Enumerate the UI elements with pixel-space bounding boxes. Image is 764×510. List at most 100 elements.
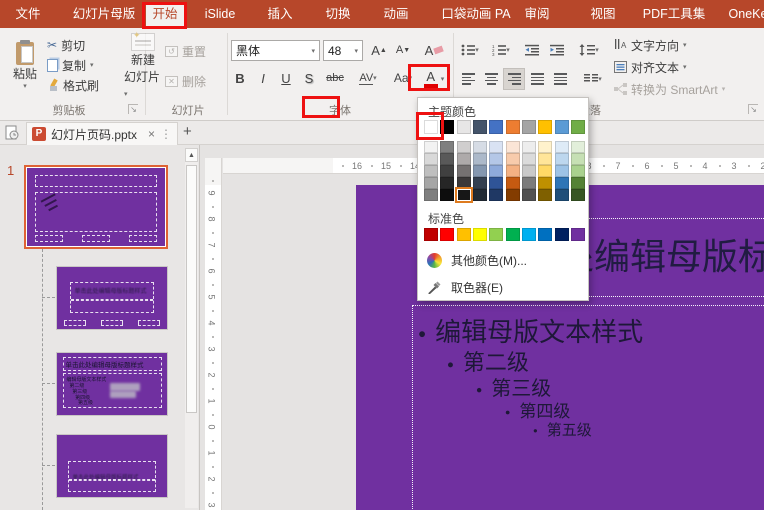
new-slide-button[interactable]: ✦ 新建 幻灯片 ▾ [124, 30, 162, 99]
italic-button[interactable]: I [254, 67, 272, 89]
tab-animations[interactable]: 动画 [368, 0, 424, 28]
align-center-button[interactable] [480, 68, 502, 90]
line-spacing-button[interactable]: ▾ [574, 40, 604, 60]
theme-color-swatch[interactable] [570, 120, 585, 134]
variant-color-swatch[interactable] [472, 177, 487, 189]
reset-slide-button[interactable]: ↺ 重置 [165, 42, 206, 60]
character-spacing-button[interactable]: AV ▾ [352, 67, 384, 89]
variant-color-swatch[interactable] [424, 189, 438, 201]
variant-color-swatch[interactable] [570, 189, 585, 201]
variant-color-swatch[interactable] [554, 165, 569, 177]
variant-color-swatch[interactable] [521, 177, 536, 189]
tab-file[interactable]: 文件 [4, 0, 52, 28]
numbering-button[interactable]: 123 ▾ [488, 40, 514, 60]
theme-color-swatch[interactable] [472, 120, 487, 134]
bullets-button[interactable]: ▾ [457, 40, 483, 60]
variant-color-swatch[interactable] [505, 189, 520, 201]
add-document-tab-button[interactable]: + [183, 123, 192, 140]
theme-color-swatch[interactable] [538, 120, 553, 134]
variant-color-swatch[interactable] [440, 189, 455, 201]
increase-indent-button[interactable] [546, 40, 568, 60]
variant-color-swatch[interactable] [424, 177, 438, 189]
decrease-indent-button[interactable] [521, 40, 543, 60]
variant-color-swatch[interactable] [489, 153, 504, 165]
master-slide-thumbnail[interactable] [24, 165, 168, 249]
recent-files-icon[interactable] [5, 125, 19, 140]
variant-color-swatch[interactable] [554, 141, 569, 153]
standard-color-swatch[interactable] [489, 228, 504, 241]
variant-color-swatch[interactable] [570, 141, 585, 153]
standard-color-swatch[interactable] [440, 228, 455, 241]
variant-color-swatch[interactable] [472, 165, 487, 177]
layout-thumbnail-title[interactable]: 单击此处编辑母版标题样式 [56, 266, 168, 330]
standard-color-swatch[interactable] [538, 228, 553, 241]
variant-color-swatch[interactable] [456, 165, 471, 177]
text-direction-button[interactable]: A 文字方向 ▾ [614, 36, 687, 54]
paste-button[interactable]: 粘贴 ▾ [8, 33, 42, 99]
variant-color-swatch[interactable] [570, 177, 585, 189]
standard-color-swatch[interactable] [456, 228, 471, 241]
variant-color-swatch[interactable] [424, 153, 438, 165]
variant-color-swatch[interactable] [440, 141, 455, 153]
variant-color-swatch[interactable] [456, 141, 471, 153]
tab-insert[interactable]: 插入 [252, 0, 308, 28]
columns-button[interactable]: ▾ [578, 68, 608, 90]
variant-color-swatch[interactable] [538, 189, 553, 201]
cut-button[interactable]: ✂ 剪切 [47, 36, 85, 54]
variant-color-swatch[interactable] [440, 165, 455, 177]
font-color-button[interactable]: A ▾ [419, 67, 449, 91]
variant-color-swatch[interactable] [505, 153, 520, 165]
document-tab-close-icon[interactable]: × [148, 127, 155, 141]
convert-smartart-button[interactable]: 转换为 SmartArt ▾ [614, 80, 725, 98]
copy-button[interactable]: 复制 ▾ [47, 56, 94, 74]
variant-color-swatch[interactable] [570, 153, 585, 165]
distribute-button[interactable] [549, 68, 571, 90]
theme-color-swatch[interactable] [521, 120, 536, 134]
variant-color-swatch[interactable] [454, 187, 473, 203]
underline-button[interactable]: U [277, 67, 295, 89]
theme-color-swatch[interactable] [456, 120, 471, 134]
standard-color-swatch[interactable] [505, 228, 520, 241]
theme-color-swatch[interactable] [424, 120, 438, 134]
layout-thumbnail-content[interactable]: 单击此处编辑母版标题样式 编辑母版文本样式 第二级 第三级 第四级 第五级 [56, 352, 168, 416]
variant-color-swatch[interactable] [472, 189, 487, 201]
standard-color-swatch[interactable] [521, 228, 536, 241]
variant-color-swatch[interactable] [521, 189, 536, 201]
strikethrough-button[interactable]: abc [322, 67, 348, 89]
variant-color-swatch[interactable] [554, 153, 569, 165]
tab-transitions[interactable]: 切换 [310, 0, 366, 28]
delete-slide-button[interactable]: ✕ 删除 [165, 72, 206, 90]
theme-color-swatch[interactable] [440, 120, 455, 134]
tab-slide-master[interactable]: 幻灯片母版 [60, 0, 148, 28]
align-left-button[interactable] [457, 68, 479, 90]
variant-color-swatch[interactable] [538, 141, 553, 153]
variant-color-swatch[interactable] [472, 153, 487, 165]
tab-pdf-tools[interactable]: PDF工具集 [636, 0, 712, 28]
variant-color-swatch[interactable] [489, 141, 504, 153]
variant-color-swatch[interactable] [505, 141, 520, 153]
align-right-button[interactable] [503, 68, 525, 90]
tab-view[interactable]: 视图 [574, 0, 632, 28]
format-painter-button[interactable]: 格式刷 [47, 76, 99, 94]
document-tab-menu-icon[interactable]: ⋮ [160, 127, 172, 141]
variant-color-swatch[interactable] [554, 189, 569, 201]
variant-color-swatch[interactable] [570, 165, 585, 177]
text-shadow-button[interactable]: S [300, 67, 318, 89]
variant-color-swatch[interactable] [489, 165, 504, 177]
tab-islide[interactable]: iSlide [192, 0, 248, 28]
variant-color-swatch[interactable] [456, 153, 471, 165]
align-text-button[interactable]: 对齐文本 ▾ [614, 58, 687, 76]
bold-button[interactable]: B [231, 67, 249, 89]
variant-color-swatch[interactable] [505, 165, 520, 177]
scroll-up-arrow-icon[interactable]: ▲ [185, 148, 198, 162]
paragraph-dialog-launcher[interactable]: ↘ [748, 104, 758, 114]
variant-color-swatch[interactable] [521, 153, 536, 165]
variant-color-swatch[interactable] [554, 177, 569, 189]
variant-color-swatch[interactable] [538, 153, 553, 165]
font-name-combobox[interactable]: 黑体 ▾ [231, 40, 320, 61]
variant-color-swatch[interactable] [538, 165, 553, 177]
variant-color-swatch[interactable] [424, 141, 438, 153]
variant-color-swatch[interactable] [424, 165, 438, 177]
variant-color-swatch[interactable] [489, 189, 504, 201]
standard-color-swatch[interactable] [424, 228, 438, 241]
